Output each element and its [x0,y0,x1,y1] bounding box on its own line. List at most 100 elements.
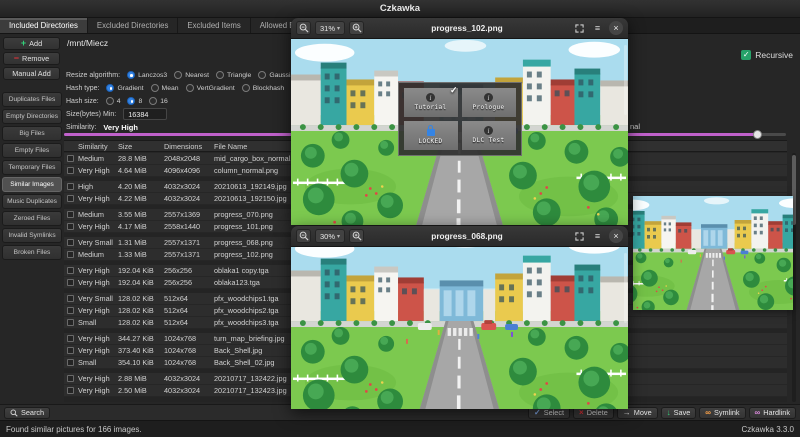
radio-icon [242,84,250,92]
hash-type-option-mean[interactable]: Mean [151,84,179,92]
option-label: 8 [138,98,142,105]
titlebar[interactable]: Czkawka [0,0,800,18]
remove-directory-button[interactable]: − Remove [3,52,60,65]
zoom-out-button[interactable] [296,21,311,35]
dimensions-cell: 1024x768 [162,334,212,343]
size-min-input[interactable]: 16384 [123,108,167,120]
tab-included-directories[interactable]: Included Directories [0,18,88,33]
radio-selected-icon [127,97,135,105]
hash-type-option-blockhash[interactable]: Blockhash [242,84,284,92]
column-header-size[interactable]: Size [116,142,162,151]
size-min-label: Size(bytes) Min: [66,111,116,118]
zoom-in-button[interactable] [349,21,364,35]
filename-cell: progress_101.png [212,222,273,231]
column-header-similarity[interactable]: Similarity [76,142,116,151]
recursive-checkbox[interactable]: ✓ [741,50,751,60]
hash-type-option-gradient[interactable]: Gradient [106,84,143,92]
close-icon[interactable]: × [609,21,623,35]
recursive-label: Recursive [755,50,793,60]
dimensions-cell: 2557x1369 [162,210,212,219]
row-checkbox[interactable] [67,267,74,274]
symlink-button[interactable]: ∞Symlink [699,407,745,419]
row-checkbox[interactable] [67,335,74,342]
resize-algorithm-option-triangle[interactable]: Triangle [216,71,251,79]
size-cell: 192.04 KiB [116,266,162,275]
row-checkbox[interactable] [67,279,74,286]
tab-excluded-directories[interactable]: Excluded Directories [88,18,179,33]
column-header-dimensions[interactable]: Dimensions [162,142,212,151]
close-icon[interactable]: × [609,229,623,243]
hash-size-option-8[interactable]: 8 [127,97,142,105]
row-checkbox[interactable] [67,295,74,302]
slider-handle[interactable] [753,130,762,139]
sidebar-item-empty-files[interactable]: Empty Files [2,143,62,158]
info-icon: i [426,93,435,102]
row-checkbox[interactable] [67,211,74,218]
row-checkbox[interactable] [67,319,74,326]
row-checkbox[interactable] [67,359,74,366]
zoom-in-button[interactable] [349,229,364,243]
viewer2-scrollbar[interactable] [624,253,627,323]
sidebar-item-broken-files[interactable]: Broken Files [2,245,62,260]
sidebar-item-big-files[interactable]: Big Files [2,126,62,141]
action-label: Delete [587,408,608,417]
row-checkbox[interactable] [67,195,74,202]
recursive-option[interactable]: ✓ Recursive [741,50,793,60]
game-menu-tile-locked[interactable]: LOCKED [404,121,458,150]
row-checkbox[interactable] [67,307,74,314]
zoom-value: 31% [320,24,335,33]
tab-excluded-items[interactable]: Excluded Items [178,18,250,33]
dimensions-cell: 512x64 [162,294,212,303]
add-directory-button[interactable]: + Add [3,37,60,50]
save-button[interactable]: ↓Save [661,407,697,419]
size-cell: 128.02 KiB [116,294,162,303]
row-checkbox[interactable] [67,167,74,174]
sidebar-item-temporary-files[interactable]: Temporary Files [2,160,62,175]
search-button[interactable]: Search [4,407,50,419]
zoom-in-icon [352,23,362,33]
info-icon: i [484,93,493,102]
included-directory-path[interactable]: /mnt/Miecz [67,38,108,48]
fullscreen-icon[interactable] [573,230,586,243]
radio-icon [151,84,159,92]
row-checkbox[interactable] [67,387,74,394]
row-checkbox[interactable] [67,223,74,230]
hash-type-option-vertgradient[interactable]: VertGradient [186,84,235,92]
row-checkbox[interactable] [67,239,74,246]
viewer1-header[interactable]: 31% ▾ progress_102.png ≡ × [291,18,628,39]
resize-algorithm-option-nearest[interactable]: Nearest [174,71,209,79]
similarity-cell: Very High [76,346,116,355]
game-menu-tile-tutorial[interactable]: iTutorial✓ [404,88,458,117]
hash-size-option-4[interactable]: 4 [106,97,121,105]
game-menu-tile-dlc-test[interactable]: iDLC Test [462,121,516,150]
resize-algorithm-option-lanczos3[interactable]: Lanczos3 [127,71,167,79]
viewer2-header[interactable]: 30% ▾ progress_068.png ≡ × [291,226,628,247]
sidebar-item-duplicates-files[interactable]: Duplicates Files [2,92,62,107]
filename-cell: column_normal.png [212,166,278,175]
sidebar-item-similar-images[interactable]: Similar Images [2,177,62,192]
menu-icon[interactable]: ≡ [591,230,604,243]
size-cell: 28.8 MiB [116,154,162,163]
row-checkbox[interactable] [67,183,74,190]
zoom-level-dropdown[interactable]: 31% ▾ [315,21,345,35]
zoom-out-button[interactable] [296,229,311,243]
manual-add-button[interactable]: Manual Add [3,67,60,80]
viewer1-scrollbar[interactable] [624,45,627,115]
row-checkbox[interactable] [67,347,74,354]
sidebar-item-invalid-symlinks[interactable]: Invalid Symlinks [2,228,62,243]
row-checkbox[interactable] [67,375,74,382]
menu-icon[interactable]: ≡ [591,22,604,35]
sidebar-item-empty-directories[interactable]: Empty Directories [2,109,62,124]
sidebar-item-music-duplicates[interactable]: Music Duplicates [2,194,62,209]
hash-size-option-16[interactable]: 16 [149,97,168,105]
row-checkbox[interactable] [67,155,74,162]
option-label: 16 [160,98,168,105]
game-menu-tile-prologue[interactable]: iPrologue [462,88,516,117]
filename-cell: progress_068.png [212,238,273,247]
hardlink-button[interactable]: ∞Hardlink [749,407,796,419]
zoom-level-dropdown[interactable]: 30% ▾ [315,229,345,243]
move-icon: → [623,409,631,417]
sidebar-item-zeroed-files[interactable]: Zeroed Files [2,211,62,226]
fullscreen-icon[interactable] [573,22,586,35]
row-checkbox[interactable] [67,251,74,258]
